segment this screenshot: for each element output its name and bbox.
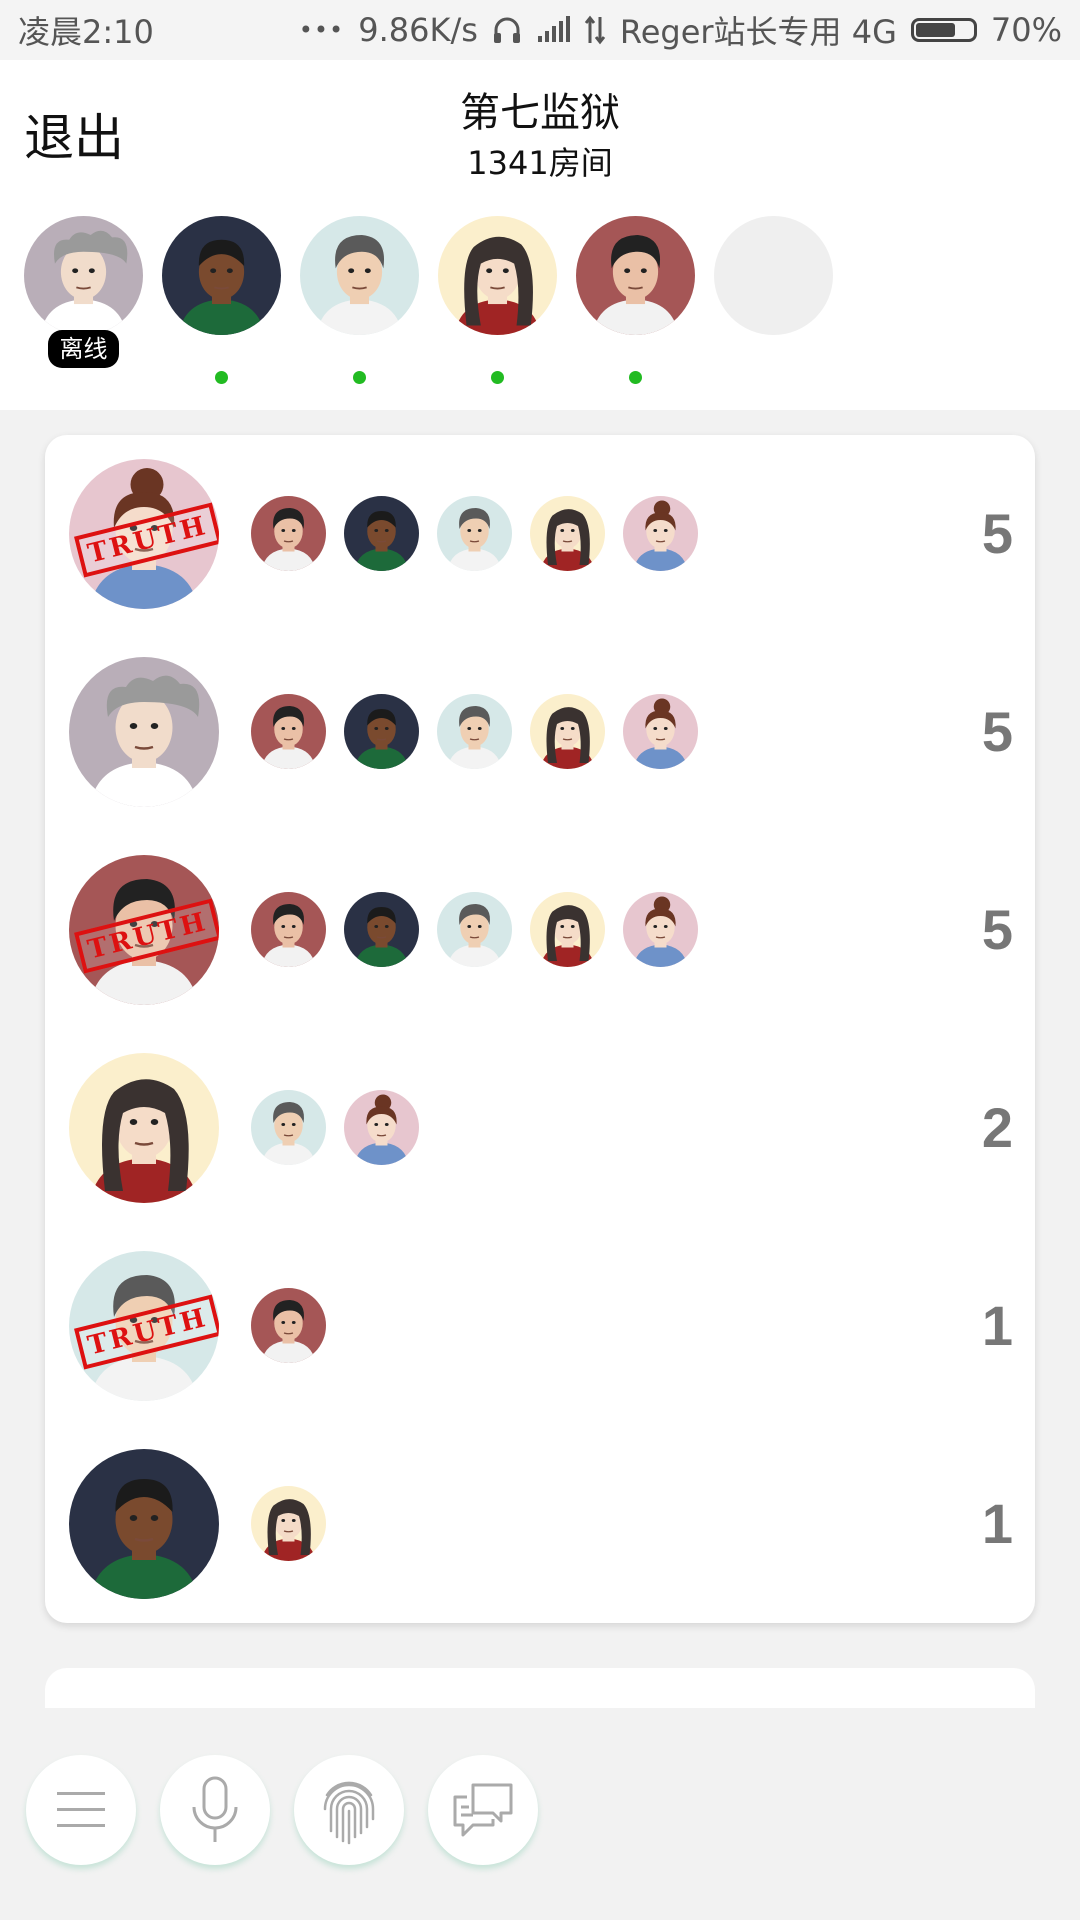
- fingerprint-button[interactable]: [294, 1755, 404, 1865]
- voter-avatar-young-man[interactable]: [251, 496, 326, 571]
- online-indicator: [491, 371, 504, 384]
- voter-list: [251, 1288, 326, 1363]
- player-slot[interactable]: 离线: [24, 216, 143, 391]
- battery-level: [915, 23, 956, 37]
- vote-row: 2: [45, 1029, 1035, 1227]
- online-indicator: [353, 371, 366, 384]
- player-slot[interactable]: [714, 216, 833, 391]
- vote-target-avatar-woman-bun[interactable]: TRUTH: [69, 459, 219, 609]
- voter-avatar-woman-dark-hair[interactable]: [530, 694, 605, 769]
- player-avatar-old-man[interactable]: [24, 216, 143, 335]
- vote-count: 2: [981, 1096, 1013, 1159]
- online-indicator: [215, 371, 228, 384]
- bottom-bar: [0, 1708, 1080, 1920]
- voter-avatar-dark-man[interactable]: [344, 892, 419, 967]
- room-number: 1341房间: [467, 144, 613, 182]
- vote-count: 5: [981, 502, 1013, 565]
- microphone-button[interactable]: [160, 1755, 270, 1865]
- voter-list: [251, 1090, 419, 1165]
- voter-avatar-woman-bun[interactable]: [623, 694, 698, 769]
- voter-avatar-woman-bun[interactable]: [344, 1090, 419, 1165]
- data-transfer-icon: [584, 15, 606, 45]
- voter-avatar-dark-man[interactable]: [344, 496, 419, 571]
- vote-count: 5: [981, 700, 1013, 763]
- vote-target-avatar-grey-hair-man[interactable]: TRUTH: [69, 1251, 219, 1401]
- voter-avatar-young-man[interactable]: [251, 1288, 326, 1363]
- battery-percent: 70%: [990, 11, 1062, 49]
- menu-button[interactable]: [26, 1755, 136, 1865]
- voter-avatar-grey-hair-man[interactable]: [251, 1090, 326, 1165]
- signal-icon: [536, 16, 570, 44]
- voter-list: [251, 496, 698, 571]
- vote-target-avatar-old-man[interactable]: [69, 657, 219, 807]
- chat-icon: [453, 1783, 513, 1837]
- vote-row: TRUTH 1: [45, 1227, 1035, 1425]
- player-avatar-young-man[interactable]: [576, 216, 695, 335]
- vote-count: 1: [981, 1492, 1013, 1555]
- vote-target-avatar-woman-dark-hair[interactable]: [69, 1053, 219, 1203]
- next-card-peek: [45, 1668, 1035, 1708]
- chat-button[interactable]: [428, 1755, 538, 1865]
- vote-results-card: TRUTH 5 5 TRUTH 5 2 TRUTH 1 1: [45, 435, 1035, 1623]
- voter-list: [251, 1486, 326, 1561]
- vote-row: 1: [45, 1425, 1035, 1623]
- room-header: 退出 第七监狱 1341房间 离线: [0, 60, 1080, 410]
- vote-target-avatar-dark-man[interactable]: [69, 1449, 219, 1599]
- status-bar: 凌晨2:10 ••• 9.86K/s Reger站长专用 4G 70%: [0, 0, 1080, 60]
- online-indicator: [629, 371, 642, 384]
- player-avatar-woman-dark-hair[interactable]: [438, 216, 557, 335]
- player-slot[interactable]: [576, 216, 695, 391]
- voter-avatar-young-man[interactable]: [251, 694, 326, 769]
- voter-avatar-woman-dark-hair[interactable]: [530, 496, 605, 571]
- status-indicators: ••• 9.86K/s Reger站长专用 4G 70%: [299, 7, 1062, 53]
- battery-icon: [910, 18, 977, 42]
- player-slot[interactable]: [300, 216, 419, 391]
- empty-seat[interactable]: [714, 216, 833, 335]
- voter-avatar-woman-dark-hair[interactable]: [251, 1486, 326, 1561]
- network-speed: 9.86K/s: [358, 11, 478, 49]
- voter-avatar-young-man[interactable]: [251, 892, 326, 967]
- status-time: 凌晨2:10: [18, 13, 154, 51]
- vote-count: 5: [981, 898, 1013, 961]
- voter-list: [251, 694, 698, 769]
- voter-avatar-woman-bun[interactable]: [623, 892, 698, 967]
- offline-badge: 离线: [48, 330, 119, 368]
- voter-avatar-woman-bun[interactable]: [623, 496, 698, 571]
- voter-avatar-grey-hair-man[interactable]: [437, 694, 512, 769]
- player-avatar-grey-hair-man[interactable]: [300, 216, 419, 335]
- vote-row: 5: [45, 633, 1035, 831]
- microphone-icon: [192, 1776, 238, 1842]
- player-slot[interactable]: [438, 216, 557, 391]
- vote-row: TRUTH 5: [45, 831, 1035, 1029]
- vote-count: 1: [981, 1294, 1013, 1357]
- carrier-name: Reger站长专用 4G: [619, 13, 897, 51]
- menu-icon: [57, 1792, 105, 1827]
- player-slot[interactable]: [162, 216, 281, 391]
- voter-avatar-woman-dark-hair[interactable]: [530, 892, 605, 967]
- fingerprint-icon: [323, 1781, 375, 1845]
- player-avatar-dark-man[interactable]: [162, 216, 281, 335]
- room-title: 第七监狱: [460, 90, 620, 136]
- voter-avatar-grey-hair-man[interactable]: [437, 496, 512, 571]
- vote-row: TRUTH 5: [45, 435, 1035, 633]
- voter-avatar-dark-man[interactable]: [344, 694, 419, 769]
- headphones-icon: [492, 15, 522, 45]
- vote-target-avatar-young-man[interactable]: TRUTH: [69, 855, 219, 1005]
- voter-avatar-grey-hair-man[interactable]: [437, 892, 512, 967]
- voter-list: [251, 892, 698, 967]
- players-row: 离线: [24, 216, 833, 391]
- status-dots: •••: [298, 16, 345, 44]
